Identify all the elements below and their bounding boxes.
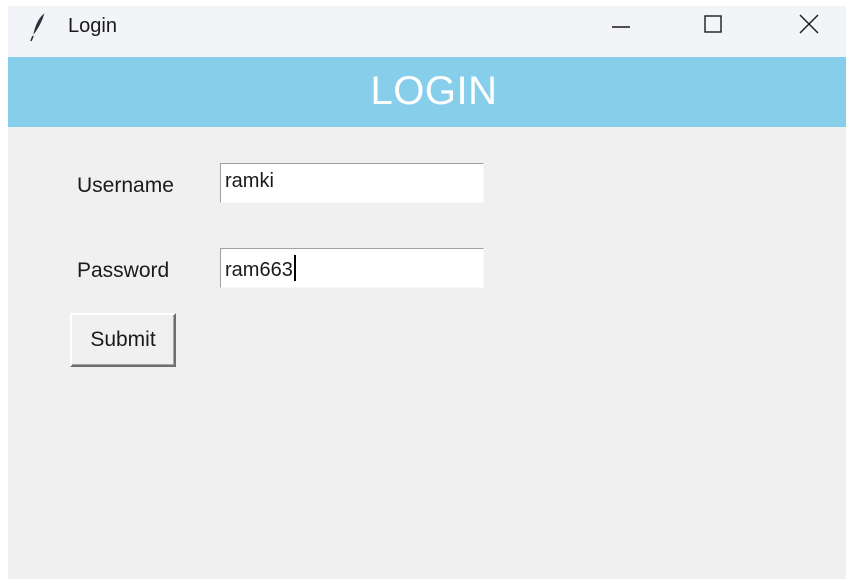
login-window: Login LOGIN Username ramki Password ram6… [8, 6, 846, 579]
password-value: ram663 [225, 259, 293, 281]
text-cursor [293, 255, 296, 281]
banner-title: LOGIN [370, 69, 498, 113]
password-field[interactable]: ram663 [220, 248, 484, 288]
submit-button[interactable]: Submit [70, 313, 176, 367]
minimize-button[interactable] [598, 6, 644, 46]
close-button[interactable] [786, 6, 832, 46]
window-title: Login [68, 15, 117, 37]
password-label: Password [77, 259, 170, 282]
maximize-icon [703, 14, 723, 39]
login-banner: LOGIN [8, 57, 846, 127]
username-field[interactable]: ramki [220, 163, 484, 203]
username-value: ramki [225, 170, 274, 192]
minimize-icon [611, 14, 631, 39]
title-bar[interactable]: Login [8, 6, 846, 57]
username-label: Username [77, 174, 174, 197]
feather-icon [30, 12, 48, 42]
maximize-button[interactable] [690, 6, 736, 46]
close-icon [799, 14, 819, 39]
